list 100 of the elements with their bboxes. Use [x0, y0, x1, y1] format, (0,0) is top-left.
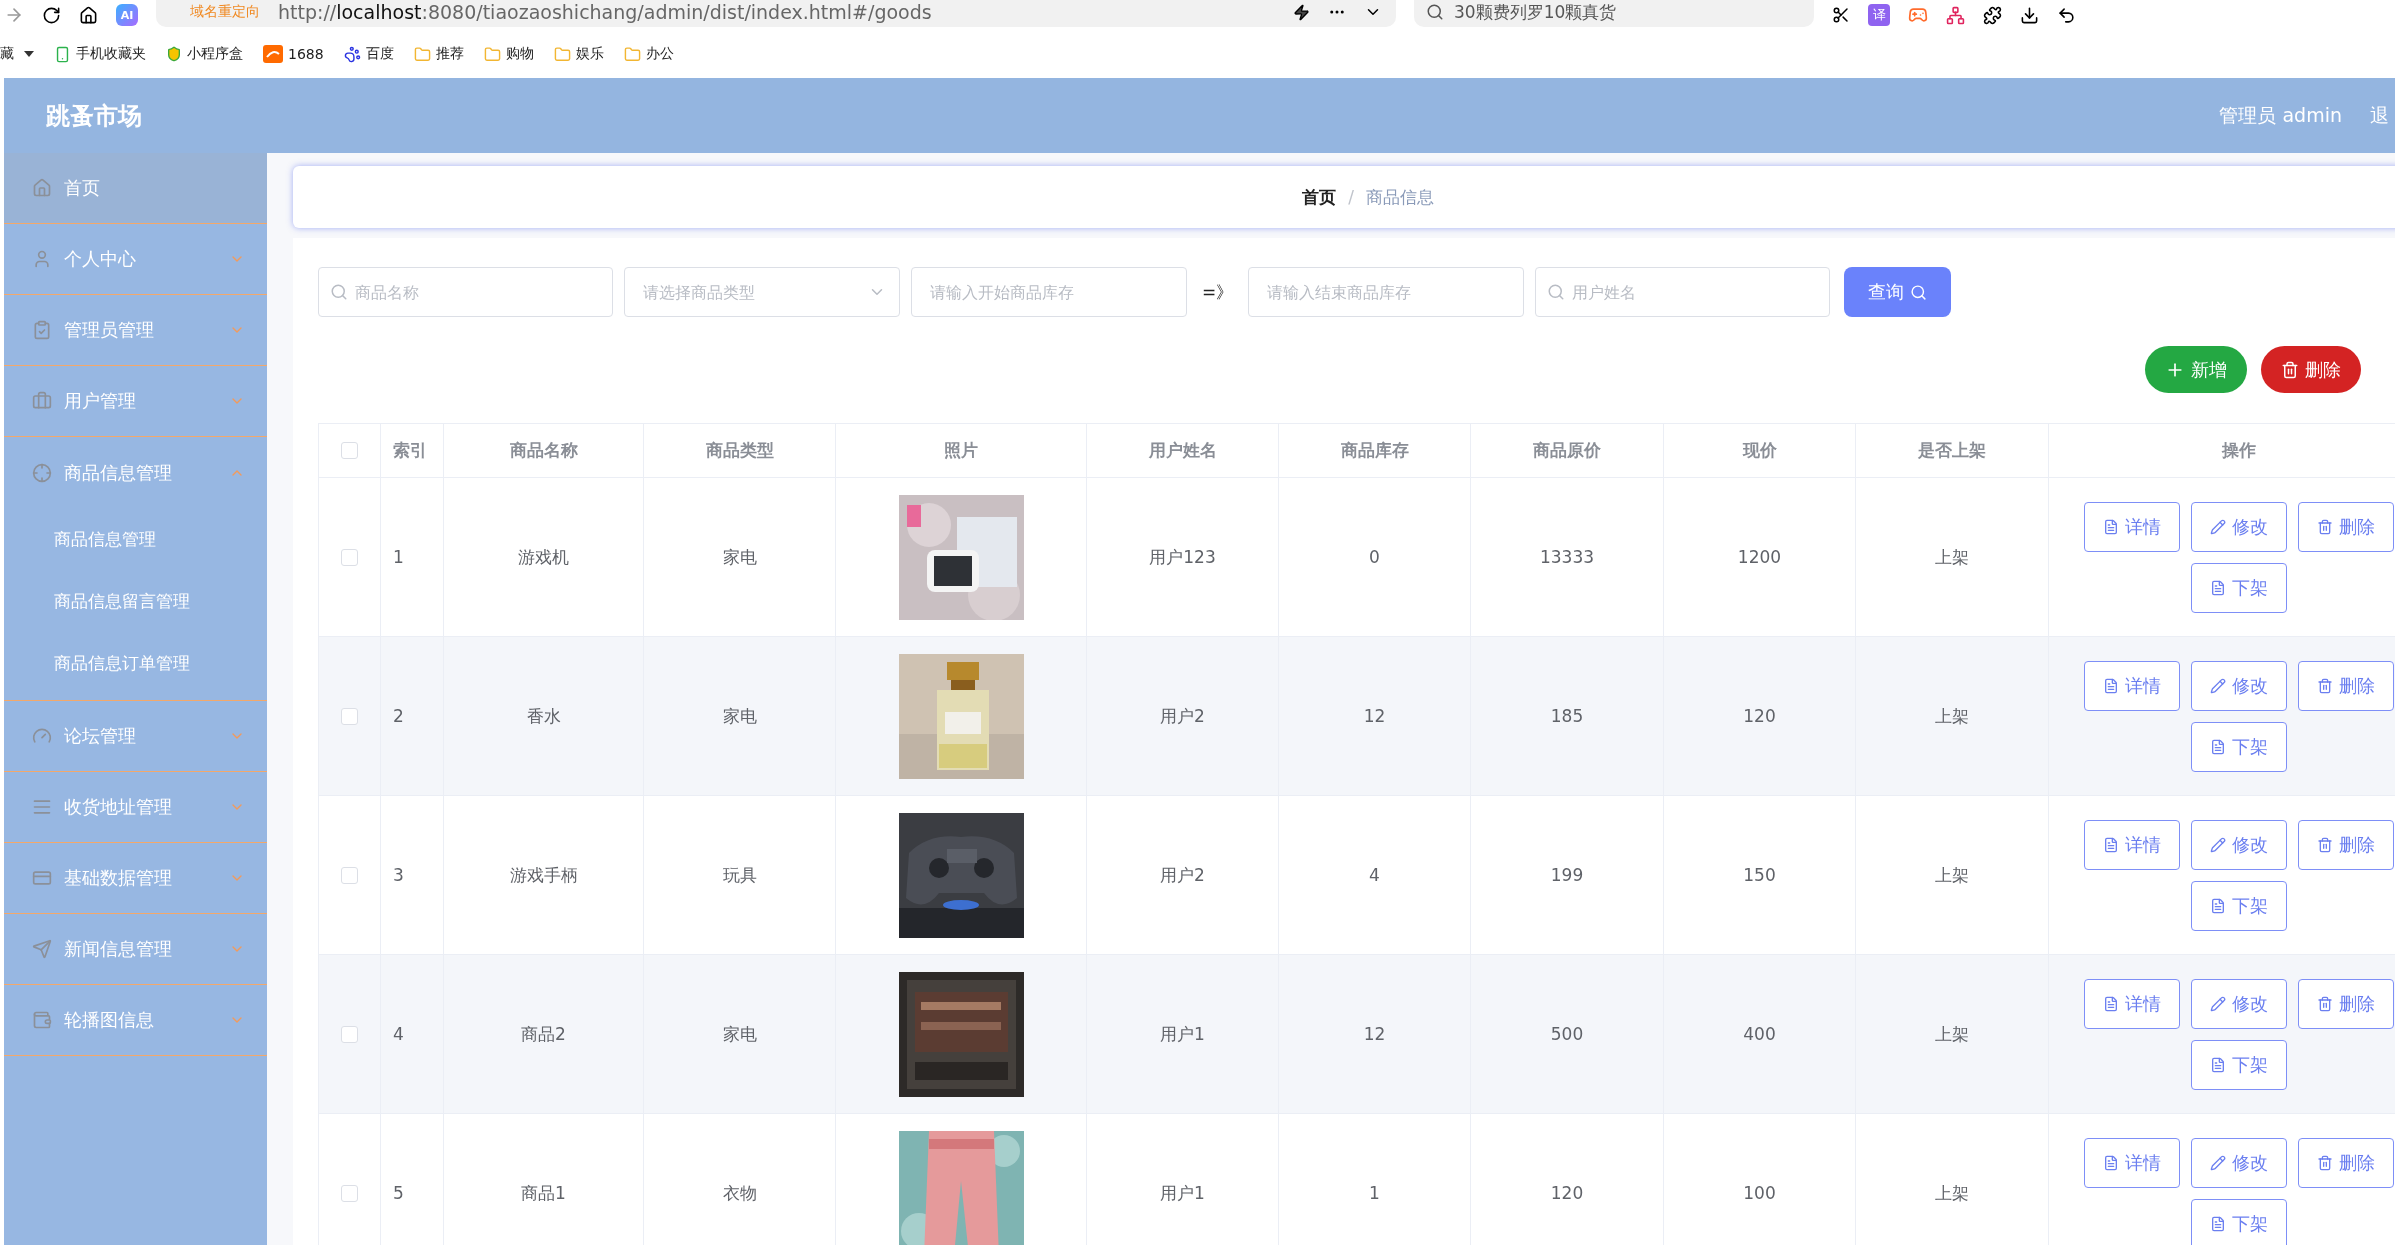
shield-icon: [166, 46, 182, 62]
bookmark-item[interactable]: 购物: [505, 45, 534, 63]
edit-button[interactable]: 修改: [2190, 660, 2287, 711]
pencil-icon: [2209, 836, 2226, 853]
document-icon: [2209, 1215, 2226, 1232]
home-icon: [32, 178, 52, 198]
document-icon: [2209, 579, 2226, 596]
input-field[interactable]: 请输入开始商品库存: [911, 267, 1187, 317]
row-checkbox[interactable]: [341, 548, 358, 566]
document-icon: [2209, 738, 2226, 755]
row-checkbox[interactable]: [341, 1184, 358, 1202]
row-checkbox[interactable]: [341, 866, 358, 884]
gamepad-icon[interactable]: [1908, 5, 1928, 25]
details-button[interactable]: 详情: [2083, 819, 2180, 870]
caret-icon[interactable]: [24, 51, 34, 57]
details-button[interactable]: 详情: [2083, 660, 2180, 711]
submenu-item[interactable]: 商品信息留言管理: [4, 570, 267, 632]
list-icon: [32, 797, 52, 817]
delete-button[interactable]: 删除: [2297, 660, 2394, 711]
sidebar-item[interactable]: 商品信息管理: [4, 437, 267, 508]
briefcase-icon: [32, 391, 52, 411]
search-icon: [330, 283, 348, 301]
ai-logo-icon[interactable]: AI: [116, 4, 138, 26]
search-field[interactable]: 用户姓名: [1535, 267, 1831, 317]
table-cell: 衣物: [644, 1114, 836, 1245]
address-bar[interactable]: 域名重定向 http://localhost:8080/tiaozaoshichang/admin/dist/index.html#/goods: [156, 0, 1396, 27]
reload-icon[interactable]: [42, 5, 61, 25]
delete-button[interactable]: 删除: [2297, 978, 2394, 1029]
folder-icon: [623, 45, 641, 63]
select-all-checkbox[interactable]: [341, 442, 358, 459]
table-cell: 用户1: [1087, 1114, 1279, 1245]
table-cell: 上架: [1856, 1114, 2049, 1245]
puzzle-icon[interactable]: [1983, 5, 2002, 25]
document-icon: [2102, 995, 2119, 1012]
details-button[interactable]: 详情: [2083, 501, 2180, 552]
search-text: 30颗费列罗10颗真货: [1454, 0, 1617, 24]
unpublish-button[interactable]: 下架: [2190, 1198, 2287, 1245]
trash-icon: [2316, 677, 2333, 694]
translate-icon[interactable]: 译: [1868, 4, 1890, 26]
breadcrumb-separator: /: [1348, 187, 1354, 207]
edit-button[interactable]: 修改: [2190, 501, 2287, 552]
bookmark-item[interactable]: 推荐: [435, 45, 464, 63]
delete-button[interactable]: 删除: [2297, 1137, 2394, 1188]
home-icon[interactable]: [79, 5, 98, 25]
bookmark-item[interactable]: 手机收藏夹: [76, 45, 146, 63]
document-icon: [2102, 677, 2119, 694]
url-text: http://localhost:8080/tiaozaoshichang/admin/dist/index.html#/goods: [278, 1, 933, 23]
undo-icon[interactable]: [2057, 5, 2076, 25]
add-button[interactable]: 新增: [2145, 346, 2247, 393]
trash-icon: [2281, 360, 2299, 379]
query-button[interactable]: 查询: [1844, 267, 1952, 317]
delete-button[interactable]: 删除: [2297, 501, 2394, 552]
bookmark-item[interactable]: 小程序盒: [187, 45, 243, 63]
logout-link[interactable]: 退: [2370, 102, 2389, 129]
folder-icon: [413, 45, 431, 63]
folder-icon: [483, 45, 501, 63]
search-icon: [1426, 3, 1444, 21]
trash-icon: [2316, 1154, 2333, 1171]
folder-icon: [553, 45, 571, 63]
unpublish-button[interactable]: 下架: [2190, 562, 2287, 613]
browser-search-field[interactable]: 30颗费列罗10颗真货: [1414, 0, 1814, 27]
unpublish-button[interactable]: 下架: [2190, 721, 2287, 772]
document-icon: [2209, 1056, 2226, 1073]
scissors-icon[interactable]: [1832, 6, 1850, 24]
submenu-item[interactable]: 商品信息订单管理: [4, 632, 267, 694]
sidebar-item[interactable]: 首页: [4, 153, 267, 224]
network-icon[interactable]: [1946, 5, 1965, 25]
breadcrumb-link[interactable]: 首页: [1302, 185, 1337, 209]
lightning-icon[interactable]: [1293, 3, 1310, 21]
download-icon[interactable]: [2020, 5, 2039, 25]
table-cell: 商品1: [444, 1114, 644, 1245]
details-button[interactable]: 详情: [2083, 1137, 2180, 1188]
document-icon: [2102, 518, 2119, 535]
delete-button[interactable]: 删除: [2261, 346, 2361, 393]
input-field[interactable]: 请输入结束商品库存: [1248, 267, 1525, 317]
search-icon: [1910, 283, 1928, 301]
row-checkbox[interactable]: [341, 707, 358, 725]
search-icon: [1547, 283, 1566, 301]
table-cell: 120: [1471, 1114, 1664, 1245]
trash-icon: [2316, 518, 2333, 535]
delete-button[interactable]: 删除: [2297, 819, 2394, 870]
bookmark-item[interactable]: 藏: [0, 45, 14, 63]
bookmark-item[interactable]: 办公: [645, 45, 674, 63]
edit-button[interactable]: 修改: [2190, 978, 2287, 1029]
breadcrumb-current: 商品信息: [1365, 185, 1434, 209]
bookmark-item[interactable]: 1688: [288, 46, 324, 62]
unpublish-button[interactable]: 下架: [2190, 880, 2287, 931]
document-icon: [2209, 897, 2226, 914]
edit-button[interactable]: 修改: [2190, 1137, 2287, 1188]
pencil-icon: [2209, 995, 2226, 1012]
details-button[interactable]: 详情: [2083, 978, 2180, 1029]
edit-button[interactable]: 修改: [2190, 819, 2287, 870]
submenu-item[interactable]: 商品信息管理: [4, 508, 267, 570]
bookmark-item[interactable]: 百度: [365, 45, 394, 63]
bookmark-item[interactable]: 娱乐: [575, 45, 604, 63]
unpublish-button[interactable]: 下架: [2190, 1039, 2287, 1090]
search-field[interactable]: 商品名称: [318, 267, 613, 317]
user-icon: [32, 249, 52, 269]
type-select[interactable]: 请选择商品类型: [624, 267, 900, 317]
row-checkbox[interactable]: [341, 1025, 358, 1043]
